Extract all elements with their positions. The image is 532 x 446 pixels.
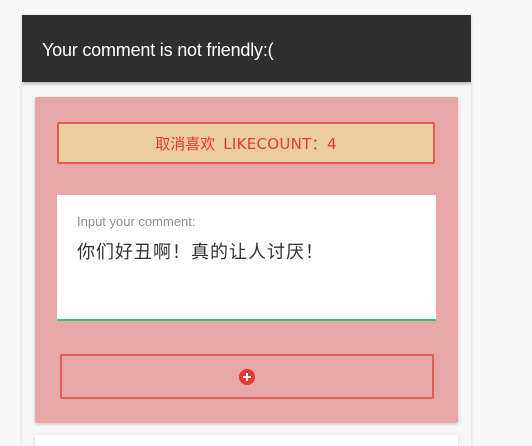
comment-input-placeholder: Input your comment: — [77, 214, 196, 229]
comment-input-value[interactable]: 你们好丑啊！真的让人讨厌！ — [77, 238, 324, 264]
like-count: LIKECOUNT：4 — [223, 134, 337, 153]
plus-circle-icon — [239, 368, 255, 385]
next-comment-card — [35, 435, 458, 446]
comment-panel: Your comment is not friendly:( 取消喜欢 LIKE… — [22, 15, 471, 446]
unlike-button[interactable]: 取消喜欢 LIKECOUNT：4 — [57, 122, 435, 164]
add-comment-button[interactable] — [60, 354, 434, 399]
comment-card: 取消喜欢 LIKECOUNT：4 Input your comment: 你们好… — [35, 97, 458, 423]
unlike-label: 取消喜欢 — [155, 134, 216, 153]
comment-input[interactable]: Input your comment: 你们好丑啊！真的让人讨厌！ — [57, 195, 436, 321]
panel-header: Your comment is not friendly:( — [22, 15, 471, 82]
panel-title: Your comment is not friendly:( — [42, 40, 274, 60]
